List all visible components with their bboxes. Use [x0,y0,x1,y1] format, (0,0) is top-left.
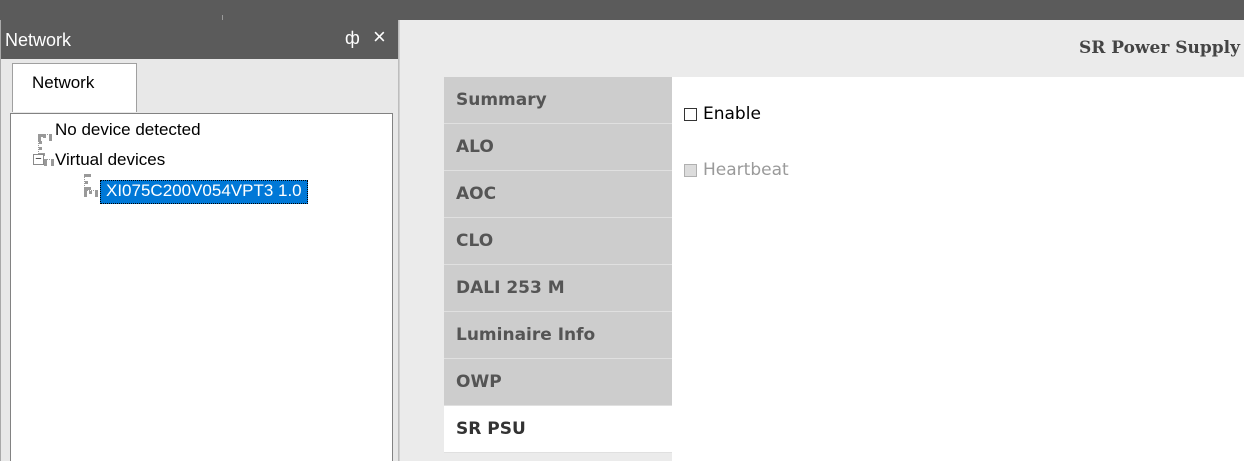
tree-connector [84,190,98,194]
tab-aoc[interactable]: AOC [444,171,672,218]
splitter-line [399,20,400,461]
tree-item-no-device[interactable]: No device detected [55,120,201,140]
tab-alo[interactable]: ALO [444,124,672,171]
section-title: SR Power Supply [1078,38,1240,58]
pin-icon[interactable]: ф [345,28,360,49]
heartbeat-checkbox [684,163,697,177]
tab-content-pane: Enable Heartbeat [672,77,1244,461]
tree-item-virtual-devices[interactable]: Virtual devices [55,150,165,170]
tab-owp[interactable]: OWP [444,359,672,406]
tab-luminaire-info[interactable]: Luminaire Info [444,312,672,359]
network-tab-strip: Network [1,59,399,117]
tab-dali-253-m[interactable]: DALI 253 M [444,265,672,312]
tree-item-selected-device[interactable]: XI075C200V054VPT3 1.0 [100,180,308,204]
tree-connector [84,174,88,190]
enable-label: Enable [703,104,761,124]
heartbeat-label: Heartbeat [703,160,789,180]
enable-option[interactable]: Enable [684,104,761,124]
network-panel: Network ф × Network No device detected −… [0,20,399,461]
tab-summary[interactable]: Summary [444,77,672,124]
tree-connector [44,159,54,163]
heartbeat-option: Heartbeat [684,160,789,180]
device-content-area: SR Power Supply Summary ALO AOC CLO DALI… [410,20,1244,461]
tree-connector [38,134,52,138]
tab-network[interactable]: Network [12,63,137,112]
network-panel-header: Network ф × [1,20,399,59]
title-bar [0,0,1244,20]
device-tree[interactable]: No device detected − Virtual devices XI0… [10,113,393,461]
network-panel-title: Network [5,30,72,50]
collapse-icon[interactable]: − [33,154,44,165]
close-icon[interactable]: × [373,26,386,48]
enable-checkbox[interactable] [684,107,697,121]
tab-clo[interactable]: CLO [444,218,672,265]
panel-splitter[interactable] [398,20,410,461]
vertical-tabs: Summary ALO AOC CLO DALI 253 M Luminaire… [444,77,672,453]
tab-sr-psu[interactable]: SR PSU [444,406,672,453]
